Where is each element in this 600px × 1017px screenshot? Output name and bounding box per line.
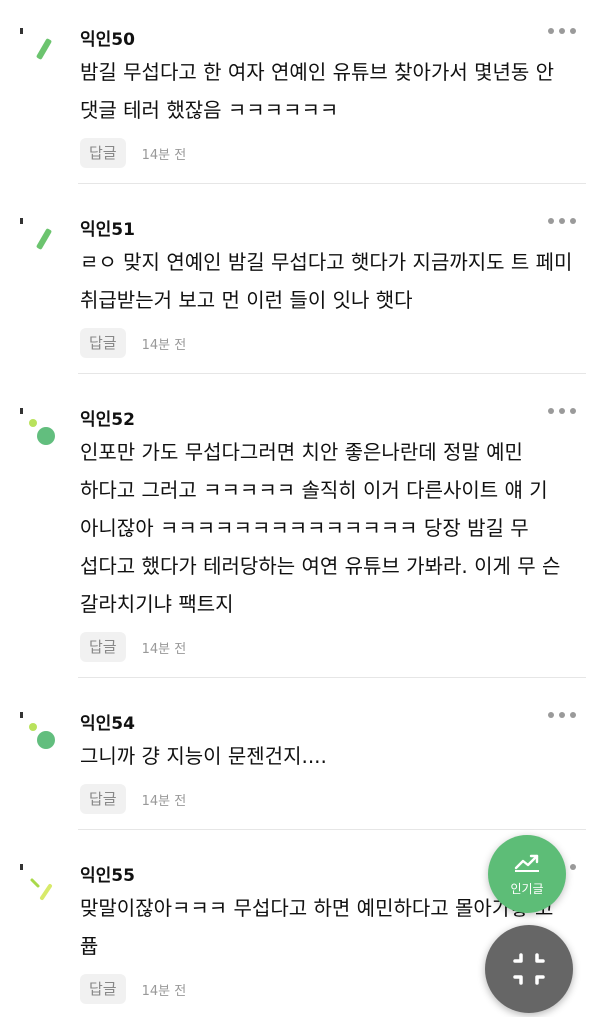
comment-footer: 답글 14분 전: [80, 138, 186, 168]
comment-item: 익인51 ㄹㅇ 맞지 연예인 밤길 무섭다고 햇다가 지금까지도 트 페미 취급…: [0, 190, 600, 374]
comment-footer: 답글 14분 전: [80, 328, 186, 358]
comment-time: 14분 전: [141, 641, 187, 657]
comment-footer: 답글 14분 전: [80, 784, 186, 814]
reply-button[interactable]: 답글: [80, 974, 126, 1004]
comment-text: ㄹㅇ 맞지 연예인 밤길 무섭다고 햇다가 지금까지도 트 페미 취급받는거 보…: [80, 250, 573, 312]
comment-time: 14분 전: [141, 983, 187, 999]
comment-nickname: 익인52: [80, 410, 135, 430]
comment-time: 14분 전: [141, 337, 187, 353]
dots-avatar-icon[interactable]: [14, 706, 64, 756]
divider: [78, 677, 586, 678]
sprout-avatar-icon[interactable]: [14, 858, 64, 908]
comment-item: 익인54 그니까 걍 지능이 문젠건지.... 답글 14분 전: [0, 684, 600, 830]
divider: [78, 373, 586, 374]
leaf-avatar-icon[interactable]: [14, 22, 64, 72]
reply-button[interactable]: 답글: [80, 632, 126, 662]
popular-posts-button[interactable]: 인기글: [488, 835, 566, 913]
reply-button[interactable]: 답글: [80, 138, 126, 168]
leaf-avatar-icon[interactable]: [14, 212, 64, 262]
trending-chart-icon: [514, 852, 540, 876]
collapse-button[interactable]: [485, 925, 573, 1013]
collapse-arrows-icon: [485, 953, 573, 1017]
dots-avatar-icon[interactable]: [14, 402, 64, 452]
comment-nickname: 익인55: [80, 866, 135, 886]
comment-nickname: 익인51: [80, 220, 135, 240]
comment-time: 14분 전: [141, 793, 187, 809]
comment-text: 인포만 가도 무섭다그러면 치안 좋은나란데 정말 예민 하다고 그러고 ㅋㅋㅋ…: [80, 440, 561, 616]
comment-nickname: 익인54: [80, 714, 135, 734]
comment-footer: 답글 14분 전: [80, 974, 186, 1004]
comment-time: 14분 전: [141, 147, 187, 163]
more-options-icon[interactable]: [548, 710, 576, 720]
comment-nickname: 익인50: [80, 30, 135, 50]
divider: [78, 829, 586, 830]
more-options-icon[interactable]: [548, 216, 576, 226]
comment-footer: 답글 14분 전: [80, 632, 186, 662]
comment-text: 그니까 걍 지능이 문젠건지....: [80, 744, 327, 768]
reply-button[interactable]: 답글: [80, 784, 126, 814]
comment-item: 익인50 밤길 무섭다고 한 여자 연예인 유튜브 찾아가서 몇년동 안 댓글 …: [0, 0, 600, 184]
popular-posts-label: 인기글: [510, 881, 544, 896]
reply-button[interactable]: 답글: [80, 328, 126, 358]
more-options-icon[interactable]: [548, 26, 576, 36]
divider: [78, 183, 586, 184]
more-options-icon[interactable]: [548, 406, 576, 416]
comment-text: 밤길 무섭다고 한 여자 연예인 유튜브 찾아가서 몇년동 안 댓글 테러 했잖…: [80, 60, 555, 122]
comment-item: 익인52 인포만 가도 무섭다그러면 치안 좋은나란데 정말 예민 하다고 그러…: [0, 380, 600, 678]
